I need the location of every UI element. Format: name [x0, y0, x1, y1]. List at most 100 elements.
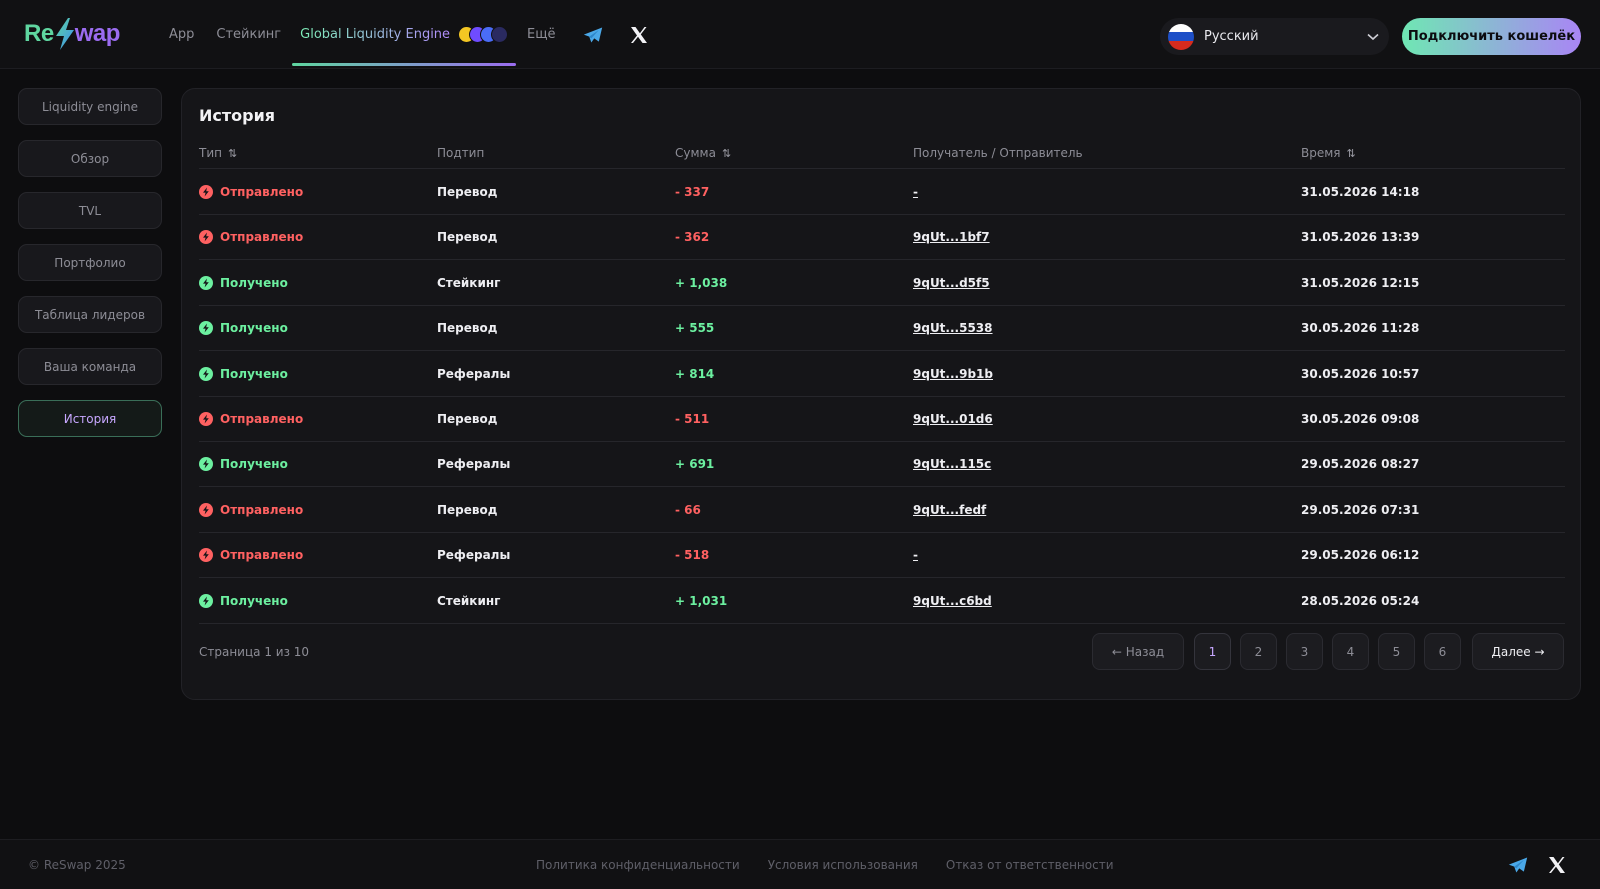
- lightning-red-icon: [199, 412, 213, 426]
- nav-app[interactable]: App: [158, 0, 205, 69]
- table-row: Получено Перевод + 555 9qUt...5538 30.05.202…: [199, 305, 1565, 352]
- telegram-icon[interactable]: [1508, 856, 1528, 874]
- page-button-3[interactable]: 3: [1286, 633, 1323, 670]
- cell-party-link[interactable]: 9qUt...01d6: [913, 396, 993, 442]
- cell-time: 29.05.2026 06:12: [1301, 548, 1420, 563]
- sidebar-item-team[interactable]: Ваша команда: [18, 348, 162, 385]
- footer-link-disclaimer[interactable]: Отказ от ответственности: [946, 858, 1114, 872]
- logo-text-left: Re: [24, 20, 54, 47]
- cell-amount: + 691: [675, 457, 715, 472]
- table-row: Получено Стейкинг + 1,031 9qUt...c6bd 28.05.…: [199, 578, 1565, 624]
- reswap-logo[interactable]: Re wap: [24, 16, 120, 52]
- language-label: Русский: [1204, 29, 1259, 44]
- cell-type: Получено: [199, 441, 288, 487]
- cell-amount: + 1,031: [675, 593, 728, 608]
- cell-subtype: Перевод: [437, 230, 498, 245]
- lightning-red-icon: [199, 502, 213, 517]
- page-button-6[interactable]: 6: [1424, 633, 1461, 670]
- sidebar-item-overview[interactable]: Обзор: [18, 140, 162, 177]
- page-button-4[interactable]: 4: [1332, 633, 1369, 670]
- nav-more[interactable]: Ещё: [516, 0, 566, 69]
- telegram-icon[interactable]: [573, 0, 613, 69]
- logo-bolt-icon: [55, 18, 74, 50]
- cell-party-link[interactable]: 9qUt...9b1b: [913, 351, 993, 397]
- table-row: Получено Стейкинг + 1,038 9qUt...d5f5 31.05.…: [199, 260, 1565, 306]
- column-type-label: Тип: [199, 146, 222, 160]
- sidebar-item-label: Таблица лидеров: [34, 307, 146, 322]
- sidebar-item-label: История: [63, 411, 117, 426]
- chevron-down-icon: [1367, 33, 1379, 40]
- type-label: Получено: [220, 275, 288, 290]
- sidebar-item-liquidity-engine[interactable]: Liquidity engine: [18, 88, 162, 125]
- table-row: Получено Рефералы + 814 9qUt...9b1b 30.05.20…: [199, 351, 1565, 397]
- cell-party-link[interactable]: 9qUt...fedf: [913, 487, 986, 533]
- cell-subtype: Перевод: [437, 502, 498, 517]
- cell-amount: - 518: [675, 548, 710, 563]
- page-button-1[interactable]: 1: [1194, 633, 1231, 670]
- page-button-2[interactable]: 2: [1240, 633, 1277, 670]
- sidebar-item-leaderboard[interactable]: Таблица лидеров: [18, 296, 162, 333]
- page-button-5[interactable]: 5: [1378, 633, 1415, 670]
- type-label: Отправлено: [220, 548, 304, 563]
- type-label: Получено: [220, 457, 288, 472]
- cell-subtype: Стейкинг: [437, 593, 501, 608]
- column-time-label: Время: [1301, 146, 1341, 160]
- column-time[interactable]: Время ⇅: [1301, 137, 1356, 169]
- cell-type: Отправлено: [199, 214, 303, 260]
- sidebar-item-tvl[interactable]: TVL: [18, 192, 162, 229]
- cell-time: 31.05.2026 14:18: [1301, 185, 1420, 199]
- cell-type: Получено: [199, 260, 288, 306]
- cell-type: Отправлено: [199, 396, 303, 442]
- cell-party-link[interactable]: 9qUt...1bf7: [913, 214, 990, 260]
- cell-time: 29.05.2026 07:31: [1301, 502, 1420, 517]
- type-label: Отправлено: [220, 185, 304, 199]
- footer-links: Политика конфиденциальности Условия испо…: [536, 840, 1142, 889]
- sidebar: Liquidity engine Обзор TVL Портфолио Таб…: [18, 88, 162, 452]
- cell-party-link[interactable]: -: [913, 169, 918, 215]
- prev-page-button[interactable]: ← Назад: [1092, 633, 1184, 670]
- cell-party-link[interactable]: 9qUt...5538: [913, 305, 993, 351]
- copyright: © ReSwap 2025: [28, 858, 126, 872]
- cell-type: Отправлено: [199, 487, 303, 533]
- sort-icon: ⇅: [721, 146, 732, 160]
- language-select[interactable]: Русский: [1160, 18, 1389, 55]
- cell-amount: - 337: [675, 185, 710, 199]
- sidebar-item-portfolio[interactable]: Портфолио: [18, 244, 162, 281]
- top-header: Re wap App Стейкинг Global Liquidity Eng…: [0, 0, 1600, 69]
- x-icon[interactable]: [1548, 856, 1566, 874]
- lightning-green-icon: [199, 457, 213, 472]
- nav-more-label: Ещё: [527, 27, 556, 42]
- nav-staking[interactable]: Стейкинг: [205, 0, 292, 69]
- cell-party-link[interactable]: 9qUt...c6bd: [913, 578, 992, 624]
- x-icon[interactable]: [619, 0, 659, 69]
- cell-type: Получено: [199, 578, 288, 624]
- cell-party-link[interactable]: 9qUt...d5f5: [913, 260, 990, 306]
- column-party-label: Получатель / Отправитель: [913, 146, 1083, 160]
- connect-wallet-button[interactable]: Подключить кошелёк: [1402, 18, 1581, 55]
- nav-staking-label: Стейкинг: [216, 27, 282, 42]
- column-type[interactable]: Тип ⇅: [199, 137, 237, 169]
- nav-global-liquidity-engine[interactable]: Global Liquidity Engine: [292, 0, 516, 69]
- sidebar-item-label: TVL: [78, 203, 102, 218]
- lightning-red-icon: [199, 185, 213, 199]
- cell-subtype: Рефералы: [437, 366, 511, 381]
- footer-link-privacy[interactable]: Политика конфиденциальности: [536, 858, 740, 872]
- column-amount[interactable]: Сумма ⇅: [675, 137, 731, 169]
- cell-subtype: Перевод: [437, 321, 498, 336]
- lightning-green-icon: [199, 321, 213, 336]
- cell-party-link[interactable]: -: [913, 532, 918, 578]
- chain-icons: [458, 26, 509, 43]
- next-page-button[interactable]: Далее →: [1472, 633, 1564, 670]
- table-row: Отправлено Перевод - 362 9qUt...1bf7 31.05.2…: [199, 214, 1565, 261]
- type-label: Отправлено: [220, 502, 304, 517]
- cell-time: 29.05.2026 08:27: [1301, 457, 1420, 472]
- table-header: Тип ⇅ Подтип Сумма ⇅ Получатель / Отправ…: [199, 137, 1565, 169]
- cell-subtype: Рефералы: [437, 548, 511, 563]
- cell-time: 30.05.2026 09:08: [1301, 412, 1420, 426]
- nav-gle-label: Global Liquidity Engine: [300, 27, 451, 42]
- cell-party-link[interactable]: 9qUt...115c: [913, 441, 991, 487]
- footer-link-terms[interactable]: Условия использования: [768, 858, 918, 872]
- table-row: Отправлено Перевод - 66 9qUt...fedf 29.05.20…: [199, 487, 1565, 533]
- sidebar-item-history[interactable]: История: [18, 400, 162, 437]
- cell-amount: + 1,038: [675, 275, 728, 290]
